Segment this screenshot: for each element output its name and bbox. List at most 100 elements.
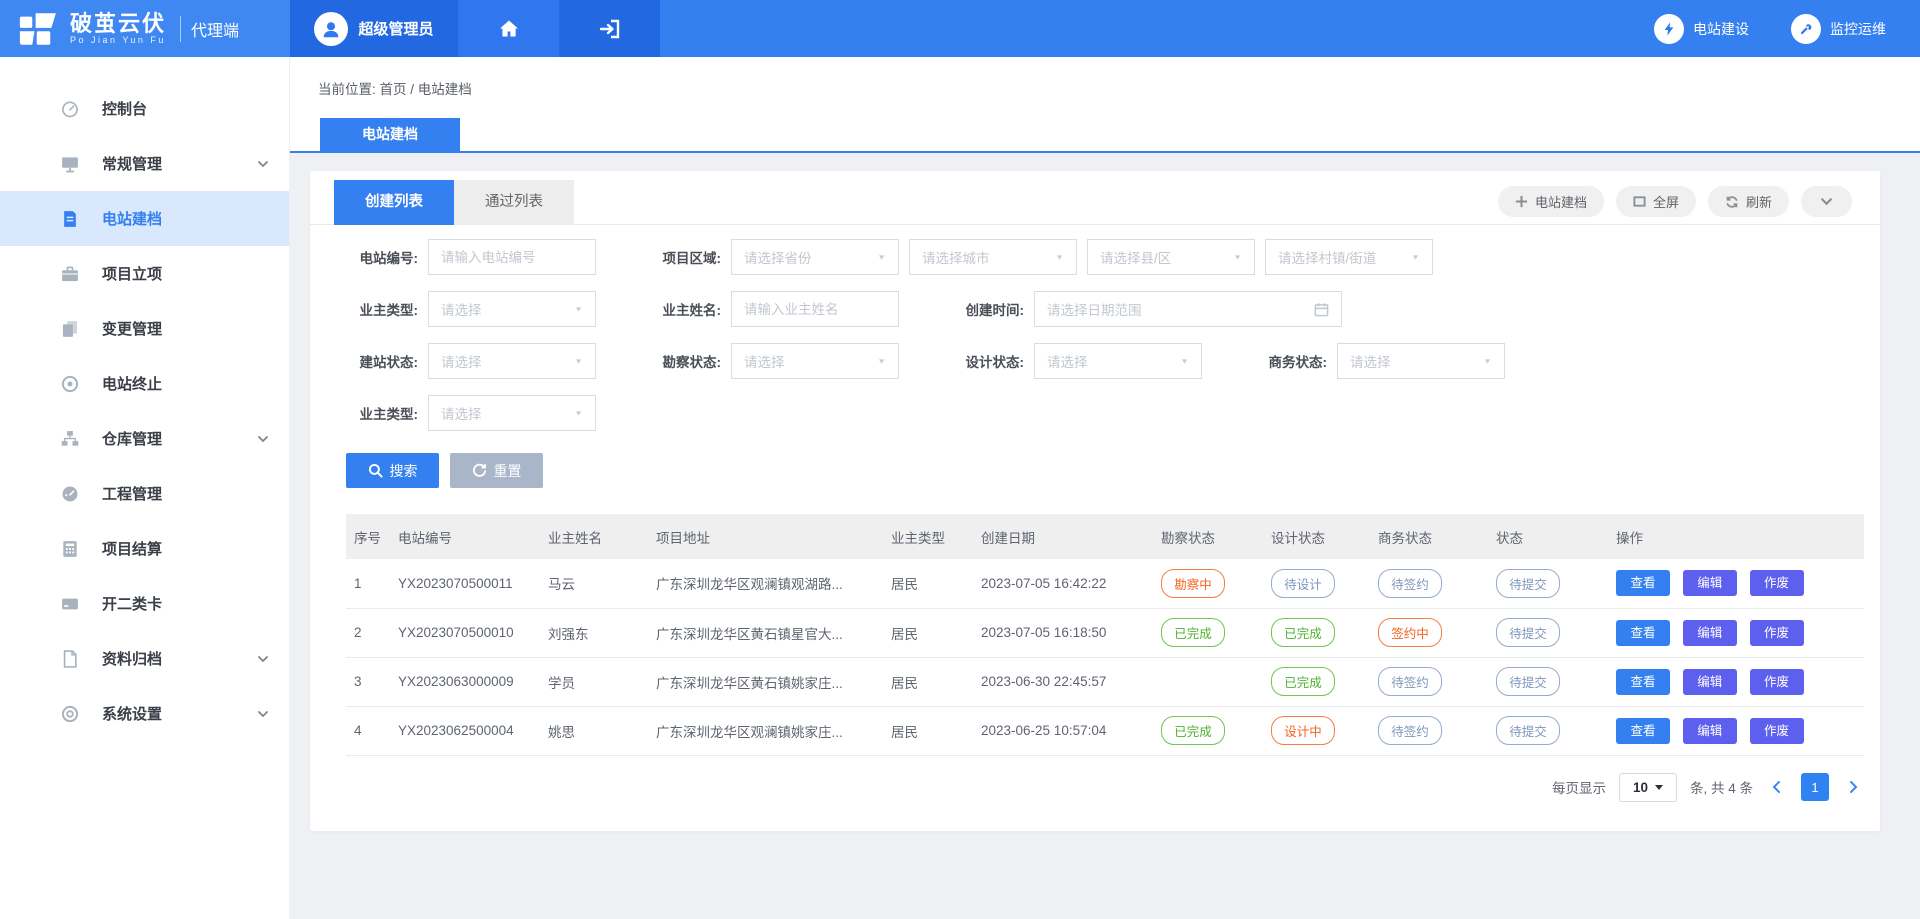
next-page-button[interactable] bbox=[1842, 773, 1864, 801]
station-code-input[interactable] bbox=[429, 240, 595, 274]
col-owner-type: 业主类型 bbox=[879, 514, 969, 559]
col-status: 状态 bbox=[1484, 514, 1604, 559]
panel-toolbar: 电站建档 全屏 bbox=[1498, 186, 1852, 217]
status-badge: 待提交 bbox=[1496, 618, 1560, 647]
collapse-toolbar-button[interactable] bbox=[1801, 186, 1852, 217]
chevron-down-icon bbox=[257, 708, 269, 720]
target-icon bbox=[60, 704, 80, 724]
sidebar-item-station-filing[interactable]: 电站建档 bbox=[0, 191, 289, 246]
refresh-button[interactable]: 刷新 bbox=[1708, 186, 1789, 217]
sidebar-item-warehouse-management[interactable]: 仓库管理 bbox=[0, 411, 289, 466]
view-button[interactable]: 查看 bbox=[1616, 669, 1670, 695]
sidebar-item-project-settlement[interactable]: 项目结算 bbox=[0, 521, 289, 576]
owner-type2-select[interactable]: 请选择▼ bbox=[428, 395, 596, 431]
calculator-icon bbox=[60, 539, 80, 559]
sidebar-item-engineering-management[interactable]: 工程管理 bbox=[0, 466, 289, 521]
survey-status-select[interactable]: 请选择▼ bbox=[731, 343, 899, 379]
status-badge: 勘察中 bbox=[1161, 569, 1225, 598]
owner-type-value: 请选择 bbox=[441, 299, 482, 319]
col-design-status: 设计状态 bbox=[1259, 514, 1366, 559]
view-button[interactable]: 查看 bbox=[1616, 620, 1670, 646]
panel-head: 创建列表 通过列表 电站建档 全屏 bbox=[310, 171, 1880, 225]
wrench-icon bbox=[1791, 14, 1821, 44]
sidebar-item-general-management[interactable]: 常规管理 bbox=[0, 136, 289, 191]
view-button[interactable]: 查看 bbox=[1616, 718, 1670, 744]
sidebar-item-station-termination[interactable]: 电站终止 bbox=[0, 356, 289, 411]
sidebar-item-project-initiation[interactable]: 项目立项 bbox=[0, 246, 289, 301]
plus-icon bbox=[1515, 195, 1528, 208]
table-row: 2 YX2023070500010 刘强东 广东深圳龙华区黄石镇星官大... 居… bbox=[346, 608, 1864, 657]
user-menu[interactable]: 超级管理员 bbox=[290, 0, 458, 57]
owner-type2-value: 请选择 bbox=[441, 403, 482, 423]
sidebar-item-system-settings[interactable]: 系统设置 bbox=[0, 686, 289, 741]
county-select-value: 请选择县/区 bbox=[1100, 247, 1171, 267]
region-label: 项目区域: bbox=[649, 247, 721, 267]
page-number-current[interactable]: 1 bbox=[1801, 773, 1829, 801]
fullscreen-button[interactable]: 全屏 bbox=[1616, 186, 1696, 217]
tab-create-list[interactable]: 创建列表 bbox=[334, 180, 454, 225]
edit-button[interactable]: 编辑 bbox=[1683, 620, 1737, 646]
prev-page-button[interactable] bbox=[1766, 773, 1788, 801]
chevron-down-icon bbox=[257, 158, 269, 170]
status-badge: 待设计 bbox=[1271, 569, 1335, 598]
void-button[interactable]: 作废 bbox=[1750, 570, 1804, 596]
sidebar-item-console[interactable]: 控制台 bbox=[0, 81, 289, 136]
page-tab-station-filing[interactable]: 电站建档 bbox=[320, 118, 460, 151]
caret-down-icon: ▼ bbox=[574, 357, 583, 365]
owner-name-input[interactable] bbox=[732, 292, 898, 326]
province-select[interactable]: 请选择省份▼ bbox=[731, 239, 899, 275]
search-button[interactable]: 搜索 bbox=[346, 453, 439, 488]
business-status-select[interactable]: 请选择▼ bbox=[1337, 343, 1505, 379]
lightning-icon bbox=[1654, 14, 1684, 44]
design-status-label: 设计状态: bbox=[952, 351, 1024, 371]
module-station-construction[interactable]: 电站建设 bbox=[1654, 14, 1749, 44]
col-owner-name: 业主姓名 bbox=[536, 514, 644, 559]
reset-icon bbox=[472, 463, 487, 478]
chevron-left-icon bbox=[1770, 780, 1784, 794]
logout-button[interactable] bbox=[559, 0, 660, 57]
tab-passed-list[interactable]: 通过列表 bbox=[454, 180, 574, 225]
user-icon bbox=[320, 18, 342, 40]
main-area: 当前位置: 首页 / 电站建档 电站建档 创建列表 通过列表 bbox=[290, 57, 1920, 919]
design-status-select[interactable]: 请选择▼ bbox=[1034, 343, 1202, 379]
gauge-icon bbox=[60, 99, 80, 119]
empty-survey-status bbox=[1149, 657, 1259, 706]
date-range-picker[interactable]: 请选择日期范围 bbox=[1034, 291, 1342, 327]
status-badge: 已完成 bbox=[1161, 618, 1225, 647]
sidebar-item-change-management[interactable]: 变更管理 bbox=[0, 301, 289, 356]
view-button[interactable]: 查看 bbox=[1616, 570, 1670, 596]
sidebar-item-label: 变更管理 bbox=[102, 318, 162, 339]
avatar bbox=[314, 12, 348, 46]
reset-button[interactable]: 重置 bbox=[450, 453, 543, 488]
filter-row-1: 电站编号: 项目区域: 请选择省份▼ 请选择城市▼ 请选择县/区▼ bbox=[346, 239, 1880, 275]
sidebar-item-data-archive[interactable]: 资料归档 bbox=[0, 631, 289, 686]
station-code-label: 电站编号: bbox=[346, 247, 418, 267]
owner-name-label: 业主姓名: bbox=[649, 299, 721, 319]
add-station-button[interactable]: 电站建档 bbox=[1498, 186, 1604, 217]
void-button[interactable]: 作废 bbox=[1750, 669, 1804, 695]
per-page-select[interactable]: 10 bbox=[1619, 773, 1677, 802]
document-icon bbox=[60, 209, 80, 229]
void-button[interactable]: 作废 bbox=[1750, 620, 1804, 646]
owner-type-select[interactable]: 请选择▼ bbox=[428, 291, 596, 327]
edit-button[interactable]: 编辑 bbox=[1683, 718, 1737, 744]
caret-down-icon: ▼ bbox=[877, 357, 886, 365]
caret-down-icon: ▼ bbox=[1180, 357, 1189, 365]
edit-button[interactable]: 编辑 bbox=[1683, 669, 1737, 695]
home-button[interactable] bbox=[458, 0, 559, 57]
content-area: 创建列表 通过列表 电站建档 全屏 bbox=[290, 153, 1920, 919]
status-badge: 待签约 bbox=[1378, 716, 1442, 745]
sidebar-item-class2-card[interactable]: 开二类卡 bbox=[0, 576, 289, 631]
topbar-spacer bbox=[660, 0, 1654, 57]
void-button[interactable]: 作废 bbox=[1750, 718, 1804, 744]
add-station-label: 电站建档 bbox=[1535, 192, 1587, 211]
province-select-value: 请选择省份 bbox=[744, 247, 812, 267]
edit-button[interactable]: 编辑 bbox=[1683, 570, 1737, 596]
county-select[interactable]: 请选择县/区▼ bbox=[1087, 239, 1255, 275]
build-status-select[interactable]: 请选择▼ bbox=[428, 343, 596, 379]
sidebar-item-label: 项目结算 bbox=[102, 538, 162, 559]
module-monitoring-ops[interactable]: 监控运维 bbox=[1791, 14, 1886, 44]
town-select[interactable]: 请选择村镇/街道▼ bbox=[1265, 239, 1433, 275]
city-select[interactable]: 请选择城市▼ bbox=[909, 239, 1077, 275]
business-status-label: 商务状态: bbox=[1255, 351, 1327, 371]
